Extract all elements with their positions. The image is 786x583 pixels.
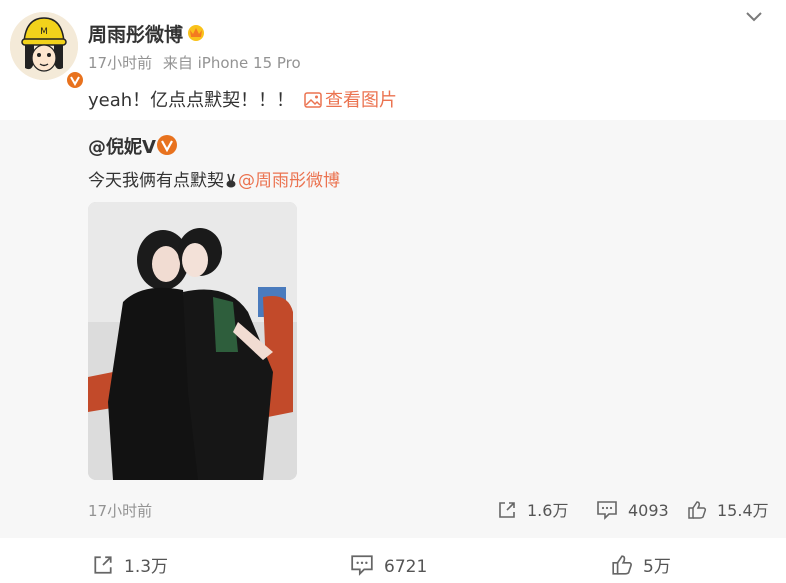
post-text: yeah！亿点点默契！！！ (88, 90, 295, 111)
retweet-comment-button[interactable]: 4093 (596, 500, 669, 520)
retweet-time[interactable]: 17小时前 (88, 500, 152, 521)
weibo-post: M 周雨彤微博 17小时前 来自 iPhone 15 Pro yeah！亿点点默… (0, 0, 786, 583)
retweet-share-count: 1.6万 (527, 501, 569, 520)
image-icon (304, 92, 322, 108)
share-icon (94, 556, 112, 574)
retweet-text: 今天我俩有点默契 @周雨彤微博 (88, 166, 340, 191)
share-icon (499, 502, 515, 518)
view-image-label: 查看图片 (325, 90, 397, 111)
comment-icon (597, 501, 617, 520)
author-name[interactable]: 周雨彤微博 (88, 20, 183, 47)
share-count: 1.3万 (124, 557, 169, 577)
retweet-author[interactable]: @倪妮V (88, 133, 156, 159)
crown-icon (188, 25, 204, 41)
retweet-footer: 17小时前 1.6万 4093 15.4万 (0, 500, 786, 520)
avatar-illustration: M (10, 12, 78, 80)
retweet-comment-count: 4093 (628, 501, 669, 520)
like-count: 5万 (643, 557, 671, 577)
retweet-like-button[interactable]: 15.4万 (687, 500, 769, 520)
svg-text:M: M (40, 27, 48, 37)
verified-badge-icon (65, 70, 85, 90)
comment-count: 6721 (384, 557, 428, 577)
comment-icon (351, 555, 373, 576)
retweet-card[interactable]: @倪妮V 今天我俩有点默契 @周雨彤微博 17小时前 1.6万 4093 15.… (0, 120, 786, 538)
like-button[interactable]: 5万 (611, 554, 671, 577)
post-time[interactable]: 17小时前 (88, 54, 152, 72)
view-image-link[interactable]: 查看图片 (304, 86, 397, 112)
thumbs-up-icon (612, 555, 632, 575)
post-source: 来自 iPhone 15 Pro (162, 54, 301, 72)
victory-hand-icon (226, 173, 236, 188)
verified-badge-icon (157, 135, 177, 155)
share-button[interactable]: 1.3万 (92, 554, 169, 577)
photo-illustration (88, 202, 297, 480)
retweet-body: 今天我俩有点默契 (88, 171, 224, 191)
retweet-share-button[interactable]: 1.6万 (497, 500, 568, 520)
retweet-photo[interactable] (88, 202, 297, 480)
thumbs-up-icon (688, 501, 707, 519)
retweet-mention[interactable]: @周雨彤微博 (238, 171, 340, 191)
author-avatar[interactable]: M (10, 12, 85, 90)
comment-button[interactable]: 6721 (350, 554, 428, 577)
post-action-bar: 1.3万 6721 5万 (0, 548, 786, 578)
chevron-down-icon[interactable] (744, 10, 764, 24)
post-meta: 17小时前 来自 iPhone 15 Pro (88, 52, 307, 73)
retweet-like-count: 15.4万 (717, 501, 769, 520)
